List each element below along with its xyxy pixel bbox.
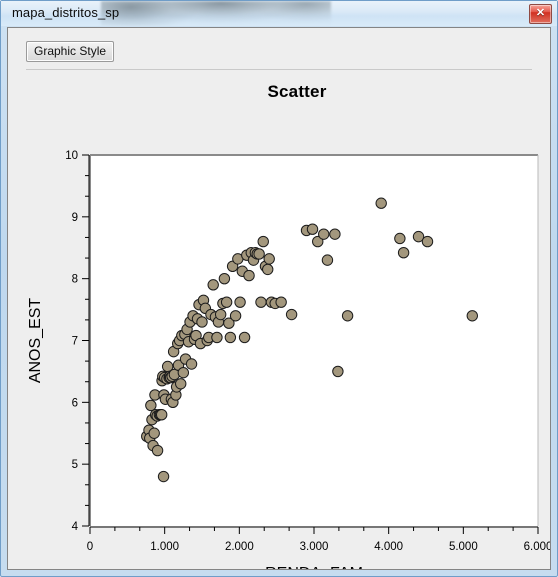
titlebar-glass-blur (101, 1, 331, 26)
data-point (466, 310, 478, 322)
svg-text:5.000: 5.000 (449, 541, 478, 553)
data-point (214, 308, 227, 321)
svg-text:6.000: 6.000 (524, 541, 550, 553)
scatter-plot[interactable]: 0 1.000 2.000 3.000 4.000 5.000 6.000 4 5 6 7 8 9 10… (8, 70, 550, 569)
client-area: Graphic Style Scatter 0 1.000 2.000 3.000 4.… (7, 27, 551, 570)
svg-text:7: 7 (72, 336, 78, 348)
data-point (394, 232, 406, 245)
svg-text:10: 10 (65, 150, 78, 162)
data-point (255, 296, 267, 308)
svg-text:4: 4 (72, 521, 79, 533)
data-point (185, 358, 198, 370)
svg-text:2.000: 2.000 (225, 541, 254, 553)
data-point (243, 269, 255, 282)
toolbar: Graphic Style (8, 28, 550, 70)
window-titlebar[interactable]: mapa_distritos_sp ✕ (1, 1, 557, 26)
x-axis-label: RENDA_FAM (265, 565, 363, 569)
data-point (257, 235, 269, 248)
data-point (145, 399, 157, 412)
x-axis: 0 1.000 2.000 3.000 4.000 5.000 6.000 (87, 526, 550, 553)
data-point (234, 296, 246, 308)
svg-text:9: 9 (72, 212, 78, 224)
data-point (211, 331, 223, 344)
data-point (275, 296, 287, 308)
data-point (263, 253, 275, 265)
data-point (375, 197, 387, 209)
data-point (148, 427, 160, 439)
data-point (285, 308, 298, 321)
data-point (196, 316, 208, 328)
close-icon: ✕ (535, 7, 546, 19)
data-point (224, 331, 237, 344)
data-point (155, 409, 168, 421)
data-point (332, 365, 344, 378)
y-axis-label: ANOS_EST (27, 298, 44, 384)
data-point (238, 331, 251, 344)
data-point (177, 366, 190, 379)
application-window: mapa_distritos_sp ✕ Graphic Style Scatte… (0, 0, 558, 577)
plot-background (89, 154, 539, 526)
graphic-style-button[interactable]: Graphic Style (26, 41, 115, 62)
svg-text:4.000: 4.000 (374, 541, 403, 553)
data-point (318, 228, 330, 240)
data-point (229, 310, 242, 322)
svg-text:0: 0 (87, 541, 93, 553)
y-axis: 4 5 6 7 8 9 10 (65, 150, 90, 533)
data-point (151, 444, 164, 457)
data-point (421, 235, 434, 248)
svg-text:5: 5 (72, 459, 78, 471)
data-point (321, 254, 334, 266)
data-point (262, 263, 274, 276)
data-point (207, 279, 219, 291)
svg-text:6: 6 (72, 397, 78, 409)
chart-panel: Scatter 0 1.000 2.000 3.000 4.000 5.000 6.000 … (8, 70, 550, 569)
close-button[interactable]: ✕ (529, 4, 552, 24)
data-point (329, 228, 341, 240)
data-point (175, 378, 187, 390)
data-point (397, 247, 410, 259)
data-point (220, 296, 233, 308)
window-title: mapa_distritos_sp (12, 5, 120, 20)
data-point (218, 272, 231, 285)
data-point (253, 248, 265, 260)
data-point (157, 470, 170, 483)
svg-text:3.000: 3.000 (300, 541, 329, 553)
svg-text:1.000: 1.000 (150, 541, 179, 553)
svg-text:8: 8 (72, 274, 78, 286)
data-point (306, 223, 319, 235)
data-point (341, 310, 354, 322)
